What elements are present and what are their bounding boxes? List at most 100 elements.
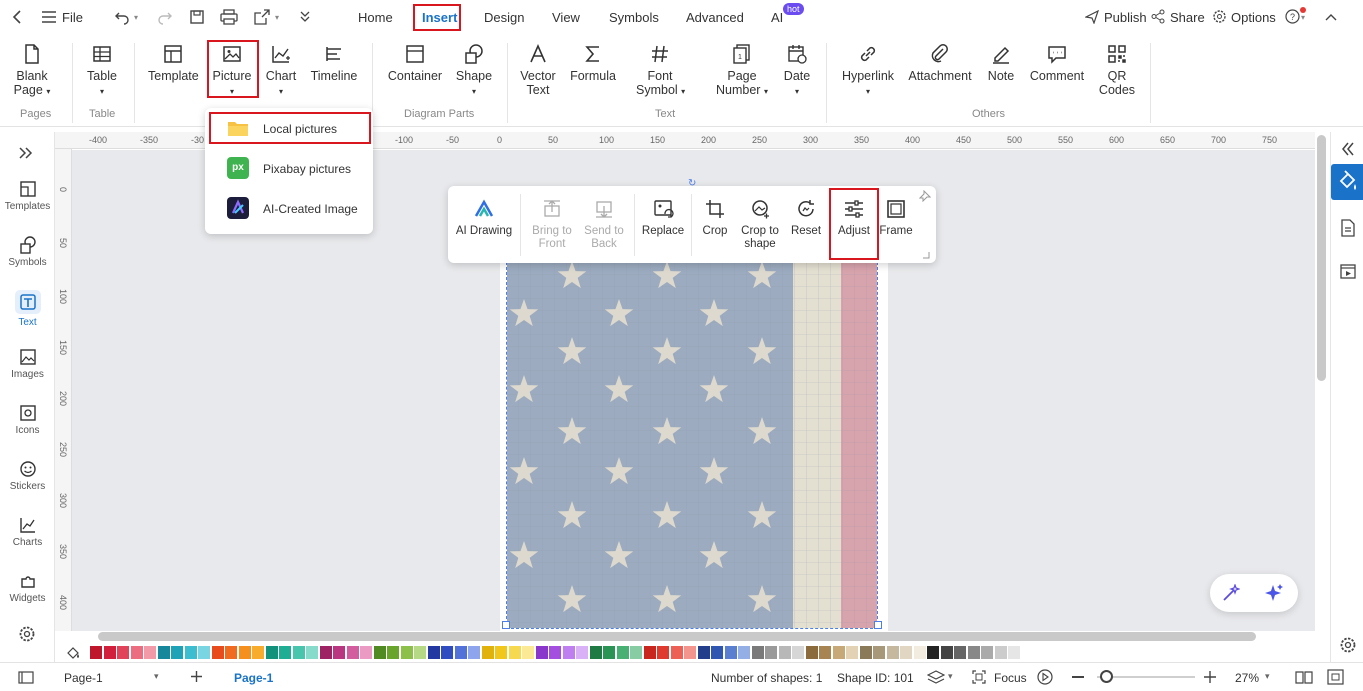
fit-page-icon[interactable]	[1327, 669, 1344, 685]
color-swatch[interactable]	[90, 646, 102, 659]
color-swatch[interactable]	[211, 646, 224, 659]
color-swatch[interactable]	[144, 646, 156, 659]
color-swatch[interactable]	[184, 646, 197, 659]
color-swatch[interactable]	[913, 646, 926, 659]
color-swatch[interactable]	[562, 646, 575, 659]
color-swatch[interactable]	[927, 646, 939, 659]
chevron-down-icon[interactable]: ▾	[1301, 13, 1305, 22]
selected-flag-image[interactable]	[506, 262, 878, 629]
replace-button[interactable]: Replace	[641, 198, 685, 238]
color-swatch[interactable]	[832, 646, 845, 659]
color-swatch[interactable]	[427, 646, 440, 659]
color-swatch[interactable]	[333, 646, 345, 659]
vector-text-button[interactable]: Vector Text	[518, 43, 558, 97]
color-swatch[interactable]	[886, 646, 899, 659]
chevron-down-icon[interactable]: ▾	[1265, 671, 1270, 682]
vertical-scrollbar[interactable]	[1317, 135, 1326, 381]
focus-button[interactable]: Focus	[994, 671, 1027, 685]
adjust-button[interactable]: Adjust	[835, 198, 873, 238]
page-panel-icon[interactable]	[1340, 219, 1356, 237]
color-swatch[interactable]	[994, 646, 1007, 659]
qr-codes-button[interactable]: QR Codes	[1098, 43, 1136, 97]
color-swatch[interactable]	[616, 646, 629, 659]
add-page-icon[interactable]	[190, 670, 203, 683]
color-swatch[interactable]	[873, 646, 885, 659]
zoom-out-icon[interactable]	[1072, 676, 1084, 678]
export-icon[interactable]	[254, 9, 272, 25]
color-swatch[interactable]	[589, 646, 602, 659]
color-swatch[interactable]	[576, 646, 588, 659]
sidebar-item-stickers[interactable]: Stickers	[0, 460, 55, 492]
page-tab-active[interactable]: Page-1	[234, 671, 273, 685]
color-swatch[interactable]	[346, 646, 359, 659]
tab-view[interactable]: View	[552, 10, 580, 25]
color-swatch[interactable]	[630, 646, 642, 659]
color-swatch[interactable]	[1008, 646, 1020, 659]
chevron-down-icon[interactable]: ▾	[948, 671, 953, 682]
chevron-down-icon[interactable]: ▾	[275, 13, 279, 22]
color-swatch[interactable]	[306, 646, 318, 659]
color-swatch[interactable]	[954, 646, 966, 659]
color-swatch[interactable]	[697, 646, 710, 659]
table-button[interactable]: Table ▾	[82, 43, 122, 99]
sidebar-item-templates[interactable]: Templates	[0, 180, 55, 212]
tab-symbols[interactable]: Symbols	[609, 10, 659, 25]
color-swatch[interactable]	[711, 646, 723, 659]
more-chevron-icon[interactable]	[299, 9, 311, 23]
color-swatch[interactable]	[522, 646, 534, 659]
selection-handle[interactable]	[502, 621, 510, 629]
expand-panel-icon[interactable]	[18, 146, 34, 160]
crop-button[interactable]: Crop	[699, 198, 731, 238]
color-swatch[interactable]	[387, 646, 399, 659]
tab-home[interactable]: Home	[358, 10, 393, 25]
sidebar-item-widgets[interactable]: Widgets	[0, 572, 55, 604]
color-swatch[interactable]	[846, 646, 858, 659]
sidebar-item-charts[interactable]: Charts	[0, 516, 55, 548]
chevron-down-icon[interactable]: ▾	[154, 671, 159, 682]
color-swatch[interactable]	[157, 646, 170, 659]
color-swatch[interactable]	[805, 646, 818, 659]
sidebar-item-icons[interactable]: Icons	[0, 404, 55, 436]
color-swatch[interactable]	[751, 646, 764, 659]
crop-to-shape-button[interactable]: Crop to shape	[738, 198, 782, 251]
color-swatch[interactable]	[940, 646, 953, 659]
color-swatch[interactable]	[468, 646, 480, 659]
fill-bucket-icon[interactable]	[65, 646, 83, 660]
color-swatch[interactable]	[373, 646, 386, 659]
slideshow-panel-icon[interactable]	[1340, 263, 1356, 280]
ai-drawing-button[interactable]: AI Drawing	[455, 198, 513, 238]
color-swatch[interactable]	[738, 646, 750, 659]
color-swatch[interactable]	[657, 646, 669, 659]
collapse-ribbon-icon[interactable]	[1325, 11, 1337, 21]
comment-button[interactable]: Comment	[1028, 43, 1086, 83]
settings-icon[interactable]	[1339, 636, 1357, 654]
options-button[interactable]: Options	[1231, 10, 1276, 25]
color-swatch[interactable]	[252, 646, 264, 659]
sidebar-item-symbols[interactable]: Symbols	[0, 236, 55, 268]
sidebar-item-text[interactable]: Text	[0, 290, 55, 328]
zoom-level[interactable]: 27%	[1235, 671, 1259, 685]
attachment-button[interactable]: Attachment	[905, 43, 975, 83]
ai-sparkle-icon[interactable]	[1264, 583, 1284, 603]
color-swatch[interactable]	[670, 646, 683, 659]
color-swatch[interactable]	[292, 646, 305, 659]
color-swatch[interactable]	[724, 646, 737, 659]
color-swatch[interactable]	[198, 646, 210, 659]
help-icon[interactable]: ?	[1285, 9, 1300, 24]
frame-button[interactable]: Frame	[879, 198, 913, 238]
color-swatch[interactable]	[265, 646, 278, 659]
container-button[interactable]: Container	[386, 43, 444, 83]
play-icon[interactable]	[1037, 669, 1053, 685]
page-number-button[interactable]: 1 Page Number ▾	[712, 43, 772, 99]
tab-insert[interactable]: Insert	[422, 10, 457, 25]
page-selector[interactable]: Page-1	[64, 671, 103, 685]
horizontal-scrollbar[interactable]	[98, 632, 1256, 641]
zoom-in-icon[interactable]	[1204, 671, 1216, 683]
template-button[interactable]: Template	[148, 43, 199, 83]
reset-button[interactable]: Reset	[788, 198, 824, 238]
file-menu[interactable]: File	[62, 10, 83, 25]
hamburger-icon[interactable]	[42, 11, 56, 23]
color-swatch[interactable]	[549, 646, 561, 659]
publish-button[interactable]: Publish	[1104, 10, 1147, 25]
color-swatch[interactable]	[225, 646, 237, 659]
